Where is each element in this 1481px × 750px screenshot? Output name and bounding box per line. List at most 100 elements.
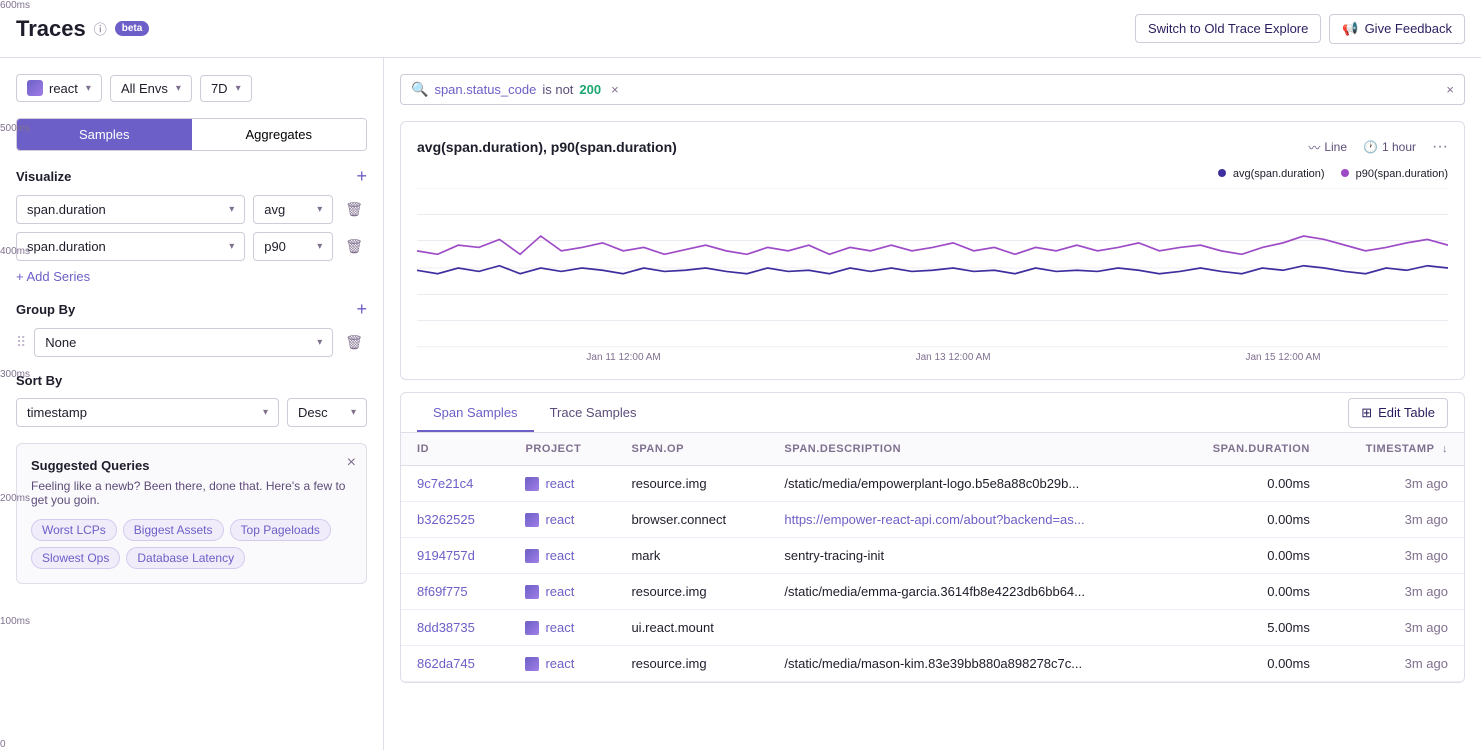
add-group-button[interactable]: + (356, 300, 367, 318)
cell-timestamp: 3m ago (1326, 466, 1464, 502)
field-row-2: span.duration ▾ p90 ▾ 🗑 (16, 232, 367, 261)
cell-id: 9194757d (401, 538, 509, 574)
cell-span-op: resource.img (615, 646, 768, 682)
agg-select-1[interactable]: avg ▾ (253, 195, 333, 224)
delete-field-2[interactable]: 🗑 (341, 234, 367, 259)
suggested-queries: × Suggested Queries Feeling like a newb?… (16, 443, 367, 584)
time-chevron: ▾ (236, 83, 241, 94)
group-select[interactable]: None ▾ (34, 328, 333, 357)
cell-project: react (509, 610, 615, 646)
legend-dot-avg (1218, 169, 1226, 177)
table-row: 8dd38735 react ui.react.mount 5.00ms 3m … (401, 610, 1464, 646)
cell-span-op: ui.react.mount (615, 610, 768, 646)
chart-type-control[interactable]: 〰 Line (1308, 139, 1347, 156)
tab-span-samples[interactable]: Span Samples (417, 393, 534, 432)
chart-area: 600ms 500ms 400ms 300ms 200ms 100ms 0 (417, 188, 1448, 348)
tag-top-pageloads[interactable]: Top Pageloads (230, 519, 331, 541)
filter-val: 200 (579, 82, 601, 97)
cell-id: 8dd38735 (401, 610, 509, 646)
project-link[interactable]: react (545, 620, 574, 635)
cell-span-desc: /static/media/emma-garcia.3614fb8e4223db… (768, 574, 1170, 610)
cell-id: 862da745 (401, 646, 509, 682)
table-row: 862da745 react resource.img /static/medi… (401, 646, 1464, 682)
desc-link[interactable]: https://empower-react-api.com/about?back… (784, 512, 1084, 527)
tab-aggregates[interactable]: Aggregates (192, 119, 367, 150)
project-icon (525, 585, 539, 599)
chart-interval-control[interactable]: 🕐 1 hour (1363, 140, 1416, 154)
visualize-header: Visualize + (16, 167, 367, 185)
chart-legend: avg(span.duration) p90(span.duration) (417, 168, 1448, 180)
cell-timestamp: 3m ago (1326, 610, 1464, 646)
id-link[interactable]: 8dd38735 (417, 620, 475, 635)
project-link[interactable]: react (545, 548, 574, 563)
group-by-section: Group By + ⠿ None ▾ 🗑 (16, 300, 367, 357)
table-head: ID PROJECT SPAN.OP SPAN.DESCRIPTION SPAN… (401, 433, 1464, 466)
table-row: b3262525 react browser.connect https://e… (401, 502, 1464, 538)
id-link[interactable]: 862da745 (417, 656, 475, 671)
project-link[interactable]: react (545, 584, 574, 599)
filter-remove[interactable]: × (611, 82, 619, 97)
project-link[interactable]: react (545, 656, 574, 671)
col-project[interactable]: PROJECT (509, 433, 615, 466)
delete-field-1[interactable]: 🗑 (341, 197, 367, 222)
edit-table-button[interactable]: ⊞ Edit Table (1348, 398, 1448, 428)
cell-duration: 0.00ms (1170, 538, 1326, 574)
add-visualize-button[interactable]: + (356, 167, 367, 185)
suggested-queries-close[interactable]: × (347, 454, 356, 472)
project-icon (525, 549, 539, 563)
env-select[interactable]: All Envs ▾ (110, 75, 192, 102)
main-content: 🔍 span.status_code is not 200 × × avg(sp… (384, 58, 1481, 750)
project-icon (525, 657, 539, 671)
agg-select-2[interactable]: p90 ▾ (253, 232, 333, 261)
id-link[interactable]: 8f69f775 (417, 584, 468, 599)
chart-more-button[interactable]: ··· (1432, 138, 1448, 156)
x-axis-labels: Jan 11 12:00 AM Jan 13 12:00 AM Jan 15 1… (459, 352, 1448, 363)
cell-id: b3262525 (401, 502, 509, 538)
field-select-1[interactable]: span.duration ▾ (16, 195, 245, 224)
cell-project: react (509, 646, 615, 682)
col-span-duration[interactable]: SPAN.DURATION (1170, 433, 1326, 466)
chart-title: avg(span.duration), p90(span.duration) (417, 139, 677, 155)
col-span-desc[interactable]: SPAN.DESCRIPTION (768, 433, 1170, 466)
col-id[interactable]: ID (401, 433, 509, 466)
tag-slowest-ops[interactable]: Slowest Ops (31, 547, 120, 569)
id-link[interactable]: 9c7e21c4 (417, 476, 473, 491)
project-link[interactable]: react (545, 512, 574, 527)
group-by-row: ⠿ None ▾ 🗑 (16, 328, 367, 357)
cell-duration: 0.00ms (1170, 502, 1326, 538)
tab-trace-samples[interactable]: Trace Samples (534, 393, 653, 432)
filter-field: span.status_code (434, 82, 536, 97)
sort-select[interactable]: timestamp ▾ (16, 398, 279, 427)
chart-controls: 〰 Line 🕐 1 hour ··· (1308, 138, 1448, 156)
project-icon (525, 477, 539, 491)
give-feedback-button[interactable]: 📢 Give Feedback (1329, 14, 1465, 44)
project-link[interactable]: react (545, 476, 574, 491)
field-select-2[interactable]: span.duration ▾ (16, 232, 245, 261)
col-span-op[interactable]: SPAN.OP (615, 433, 768, 466)
switch-trace-button[interactable]: Switch to Old Trace Explore (1135, 14, 1321, 43)
order-select[interactable]: Desc ▾ (287, 398, 367, 427)
cell-timestamp: 3m ago (1326, 538, 1464, 574)
cell-timestamp: 3m ago (1326, 574, 1464, 610)
cell-project: react (509, 502, 615, 538)
info-icon[interactable]: ⓘ (94, 19, 107, 38)
table-body: 9c7e21c4 react resource.img /static/medi… (401, 466, 1464, 682)
env-chevron: ▾ (176, 83, 181, 94)
time-select[interactable]: 7D ▾ (200, 75, 252, 102)
id-link[interactable]: 9194757d (417, 548, 475, 563)
tab-samples[interactable]: Samples (17, 119, 192, 150)
cell-span-op: resource.img (615, 574, 768, 610)
search-clear[interactable]: × (1446, 82, 1454, 97)
cell-span-desc: sentry-tracing-init (768, 538, 1170, 574)
tag-worst-lcps[interactable]: Worst LCPs (31, 519, 117, 541)
cell-timestamp: 3m ago (1326, 646, 1464, 682)
delete-group[interactable]: 🗑 (341, 330, 367, 355)
search-bar[interactable]: 🔍 span.status_code is not 200 × × (400, 74, 1465, 105)
col-timestamp[interactable]: TIMESTAMP ↓ (1326, 433, 1464, 466)
tag-database-latency[interactable]: Database Latency (126, 547, 245, 569)
cell-id: 9c7e21c4 (401, 466, 509, 502)
sidebar: react ▾ All Envs ▾ 7D ▾ Samples Aggregat… (0, 58, 384, 750)
tag-biggest-assets[interactable]: Biggest Assets (123, 519, 224, 541)
id-link[interactable]: b3262525 (417, 512, 475, 527)
main-layout: react ▾ All Envs ▾ 7D ▾ Samples Aggregat… (0, 58, 1481, 750)
